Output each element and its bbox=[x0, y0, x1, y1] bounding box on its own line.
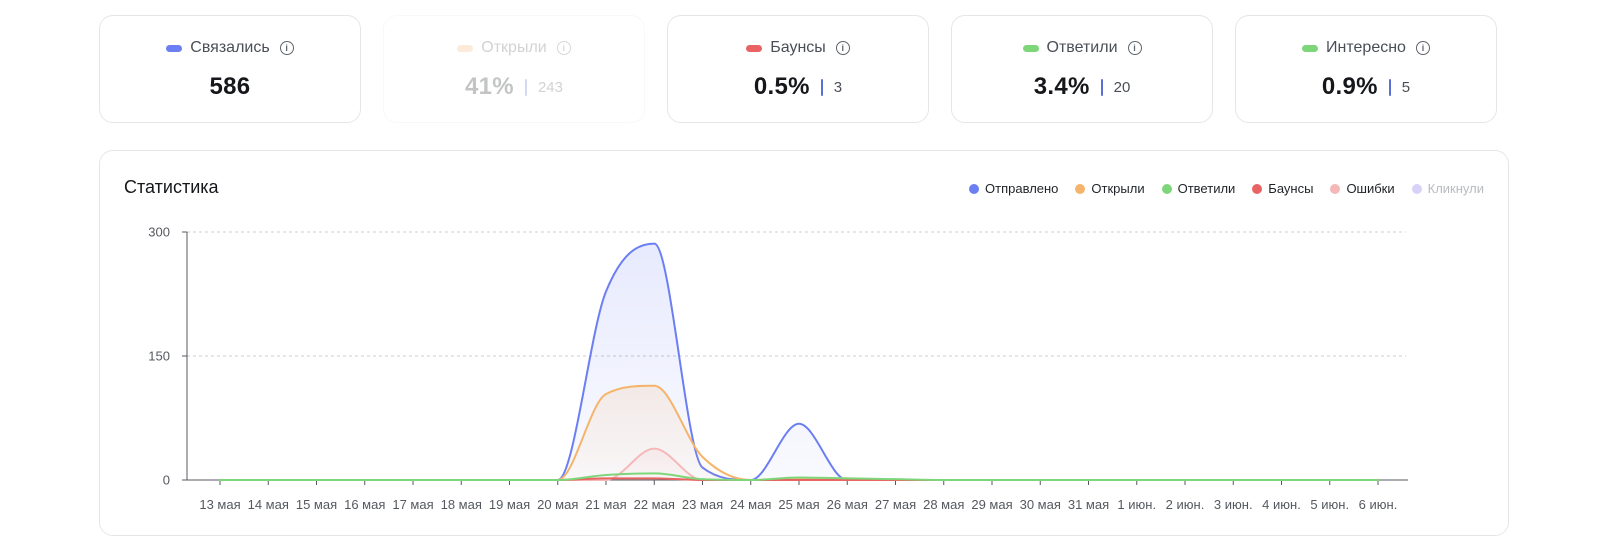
x-tick-label: 16 мая bbox=[344, 497, 385, 512]
x-tick-label: 3 июн. bbox=[1214, 497, 1253, 512]
x-tick-label: 18 мая bbox=[441, 497, 482, 512]
replied-marker bbox=[1022, 44, 1039, 52]
card-count: 5 bbox=[1401, 78, 1411, 96]
x-tick-label: 17 мая bbox=[392, 497, 433, 512]
y-tick-label: 0 bbox=[163, 473, 170, 488]
x-tick-label: 13 мая bbox=[199, 497, 240, 512]
card-value: 0.9% bbox=[1321, 73, 1378, 100]
x-tick-label: 25 мая bbox=[778, 497, 819, 512]
x-tick-label: 20 мая bbox=[537, 497, 578, 512]
contacted-marker bbox=[166, 44, 183, 52]
card-count: 20 bbox=[1113, 78, 1131, 96]
x-tick-label: 31 мая bbox=[1068, 497, 1109, 512]
x-tick-label: 2 июн. bbox=[1166, 497, 1205, 512]
opened-marker bbox=[457, 44, 474, 52]
interested-marker bbox=[1302, 44, 1319, 52]
y-tick-label: 150 bbox=[148, 349, 170, 364]
card-value: 41% bbox=[465, 73, 514, 100]
x-tick-label: 15 мая bbox=[296, 497, 337, 512]
x-tick-label: 21 мая bbox=[585, 497, 626, 512]
x-tick-label: 6 июн. bbox=[1359, 497, 1398, 512]
statistics-chart: 0 150 300 13 мая 14 мая 15 мая 16 мая 17 мая 18 … bbox=[148, 225, 1408, 512]
info-icon[interactable]: i bbox=[1415, 41, 1430, 55]
stat-card-opened[interactable]: Открыли i 41% 243 bbox=[383, 15, 645, 123]
value-separator bbox=[820, 78, 823, 96]
card-count: 243 bbox=[537, 78, 563, 96]
stat-card-bounces: Баунсы i 0.5% 3 bbox=[667, 15, 929, 123]
stat-card-interested: Интересно i 0.9% 5 bbox=[1235, 15, 1497, 123]
x-tick-label: 30 мая bbox=[1020, 497, 1061, 512]
stat-cards: Связались i 586 Открыли i 41% 243 Баунсы… bbox=[99, 15, 1497, 123]
x-tick-label: 1 июн. bbox=[1117, 497, 1156, 512]
card-label: Интересно bbox=[1326, 39, 1406, 56]
x-tick-label: 19 мая bbox=[489, 497, 530, 512]
card-value: 586 bbox=[209, 73, 251, 100]
card-count: 3 bbox=[833, 78, 843, 96]
stat-card-contacted: Связались i 586 bbox=[99, 15, 361, 123]
value-separator bbox=[1388, 78, 1391, 96]
bounces-marker bbox=[746, 44, 763, 52]
x-tick-label: 27 мая bbox=[875, 497, 916, 512]
series-area bbox=[220, 243, 1378, 480]
y-tick-label: 300 bbox=[148, 225, 170, 240]
x-tick-label: 24 мая bbox=[730, 497, 771, 512]
card-label: Ответили bbox=[1046, 39, 1118, 56]
x-tick-label: 29 мая bbox=[971, 497, 1012, 512]
x-tick-label: 14 мая bbox=[248, 497, 289, 512]
card-label: Открыли bbox=[481, 39, 547, 56]
card-label: Связались bbox=[190, 39, 270, 56]
x-tick-label: 22 мая bbox=[634, 497, 675, 512]
info-icon[interactable]: i bbox=[279, 41, 294, 55]
statistics-panel: Статистика Отправлено Открыли Ответили Б… bbox=[99, 150, 1509, 536]
card-value: 3.4% bbox=[1033, 73, 1090, 100]
x-tick-label: 5 июн. bbox=[1310, 497, 1349, 512]
x-tick-label: 26 мая bbox=[827, 497, 868, 512]
stat-card-replied: Ответили i 3.4% 20 bbox=[951, 15, 1213, 123]
value-separator bbox=[1100, 78, 1103, 96]
value-separator bbox=[524, 78, 527, 96]
info-icon[interactable]: i bbox=[556, 41, 571, 55]
card-value: 0.5% bbox=[753, 73, 810, 100]
x-tick-label: 28 мая bbox=[923, 497, 964, 512]
info-icon[interactable]: i bbox=[835, 41, 850, 55]
x-tick-label: 4 июн. bbox=[1262, 497, 1301, 512]
x-tick-label: 23 мая bbox=[682, 497, 723, 512]
info-icon[interactable]: i bbox=[1127, 41, 1142, 55]
card-label: Баунсы bbox=[770, 39, 826, 56]
